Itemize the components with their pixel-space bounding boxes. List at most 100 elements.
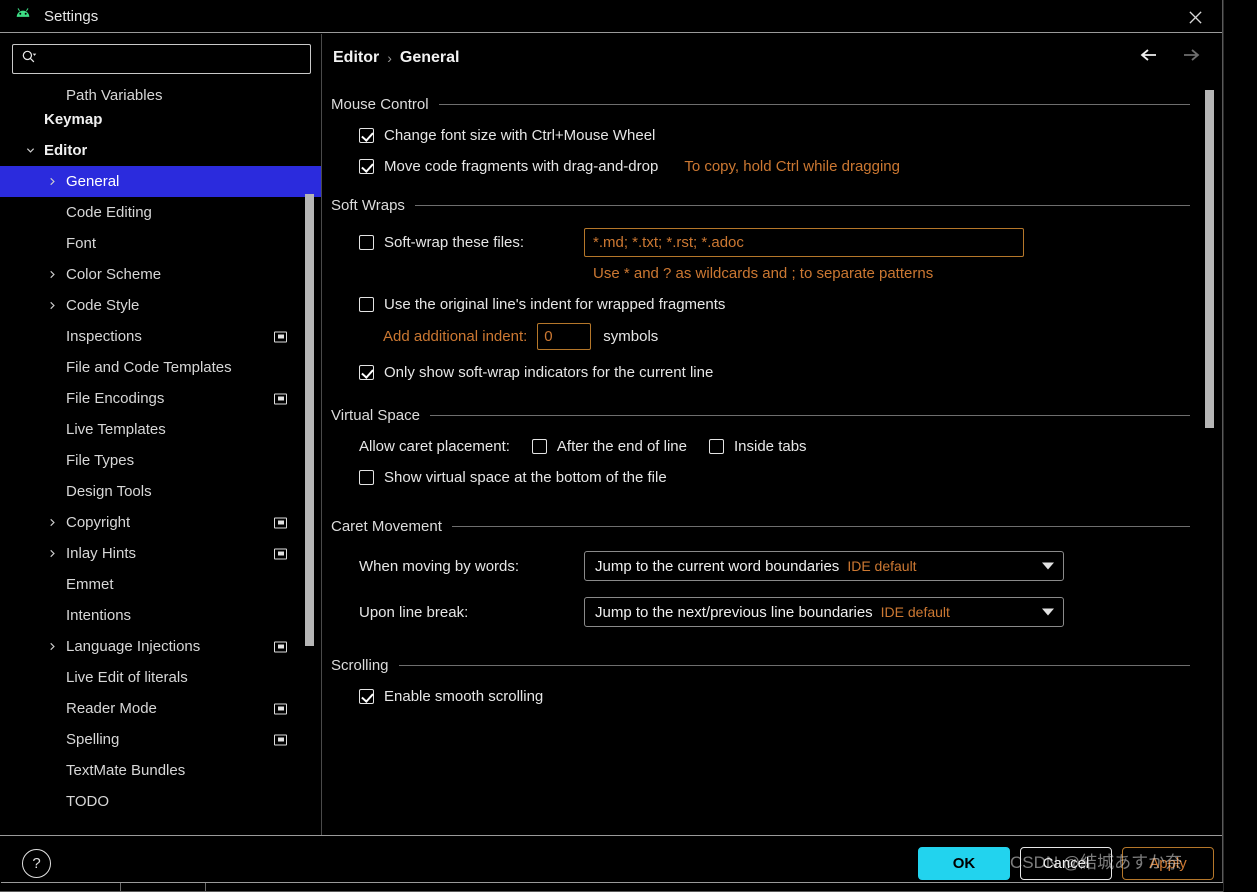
sidebar-item-design-tools[interactable]: Design Tools: [0, 476, 321, 507]
group-soft-wraps: Soft Wraps Soft-wrap these files: Use * …: [331, 197, 1190, 381]
chevron-down-icon[interactable]: [22, 143, 38, 159]
chevron-right-icon[interactable]: [44, 515, 60, 531]
apply-button[interactable]: Apply: [1122, 847, 1214, 880]
sidebar-item-todo[interactable]: TODO: [0, 786, 321, 817]
sidebar-item-inspections[interactable]: Inspections: [0, 321, 321, 352]
cancel-button[interactable]: Cancel: [1020, 847, 1112, 880]
background-panel-fragment: Size 0.7 0: [1223, 0, 1257, 892]
soft-wrap-patterns-input[interactable]: [584, 228, 1024, 257]
android-icon: [12, 7, 34, 25]
sidebar-item-label: Inspections: [66, 328, 142, 345]
sidebar-item-label: Color Scheme: [66, 266, 162, 283]
row-move-fragments: Move code fragments with drag-and-drop T…: [331, 158, 1190, 175]
group-header: Mouse Control: [331, 96, 1190, 113]
ok-button[interactable]: OK: [918, 847, 1010, 880]
sidebar-item-emmet[interactable]: Emmet: [0, 569, 321, 600]
group-rule: [429, 415, 1190, 416]
sidebar-item-general[interactable]: General: [0, 166, 321, 197]
sidebar-item-label: Intentions: [66, 607, 132, 624]
checkbox-move-fragments[interactable]: [359, 159, 374, 174]
tree-arrow-placeholder: [44, 484, 60, 500]
chevron-right-icon[interactable]: [44, 267, 60, 283]
checkbox-change-font-size[interactable]: [359, 128, 374, 143]
group-title: Mouse Control: [331, 96, 429, 113]
settings-sidebar: Path Variables Keymap Editor General Code Ed…: [0, 34, 322, 835]
content-scrollbar-thumb[interactable]: [1205, 90, 1214, 428]
group-header: Virtual Space: [331, 407, 1190, 424]
sidebar-item-font[interactable]: Font: [0, 228, 321, 259]
checkbox-soft-wrap-files[interactable]: [359, 235, 374, 250]
help-icon[interactable]: ?: [22, 849, 51, 878]
sidebar-item-live-templates[interactable]: Live Templates: [0, 414, 321, 445]
search-container: [0, 34, 321, 74]
sidebar-item-label: File and Code Templates: [66, 359, 232, 376]
sidebar-item-color-scheme[interactable]: Color Scheme: [0, 259, 321, 290]
sidebar-item-language-injections[interactable]: Language Injections: [0, 631, 321, 662]
combo-upon-line-break[interactable]: Jump to the next/previous line boundarie…: [584, 597, 1064, 627]
combo-value: Jump to the current word boundaries: [595, 557, 840, 575]
row-show-virtual-space: Show virtual space at the bottom of the …: [331, 469, 1190, 486]
chevron-right-icon[interactable]: [44, 174, 60, 190]
chevron-right-icon[interactable]: [44, 546, 60, 562]
sidebar-item-inlay-hints[interactable]: Inlay Hints: [0, 538, 321, 569]
combo-value: Jump to the next/previous line boundarie…: [595, 603, 873, 621]
checkbox-original-indent[interactable]: [359, 297, 374, 312]
row-wildcard-hint: Use * and ? as wildcards and ; to separa…: [331, 265, 1190, 282]
sidebar-item-reader-mode[interactable]: Reader Mode: [0, 693, 321, 724]
breadcrumb-root[interactable]: Editor: [333, 49, 379, 67]
combo-when-moving-by-words[interactable]: Jump to the current word boundaries IDE …: [584, 551, 1064, 581]
screen: Size 0.7 0 Settings: [0, 0, 1257, 892]
chevron-down-icon: [1042, 608, 1054, 616]
sidebar-item-label: Inlay Hints: [66, 545, 137, 562]
search-input[interactable]: [43, 51, 302, 67]
tree-arrow-placeholder: [44, 453, 60, 469]
sidebar-item-label: Path Variables: [66, 87, 163, 104]
checkbox-only-current-line[interactable]: [359, 365, 374, 380]
sidebar-item-label: Code Style: [66, 297, 140, 314]
sidebar-item-intentions[interactable]: Intentions: [0, 600, 321, 631]
sidebar-item-file-and-code-templates[interactable]: File and Code Templates: [0, 352, 321, 383]
sidebar-item-editor[interactable]: Editor: [0, 135, 321, 166]
sidebar-item-code-style[interactable]: Code Style: [0, 290, 321, 321]
sidebar-item-textmate-bundles[interactable]: TextMate Bundles: [0, 755, 321, 786]
sidebar-item-label: Live Templates: [66, 421, 166, 438]
chevron-right-icon[interactable]: [44, 298, 60, 314]
sidebar-item-live-edit-of-literals[interactable]: Live Edit of literals: [0, 662, 321, 693]
wildcard-hint: Use * and ? as wildcards and ; to separa…: [593, 265, 934, 282]
label-show-virtual-space: Show virtual space at the bottom of the …: [384, 469, 667, 486]
label-smooth-scrolling: Enable smooth scrolling: [384, 688, 544, 705]
sidebar-item-file-types[interactable]: File Types: [0, 445, 321, 476]
search-box[interactable]: [12, 44, 311, 74]
checkbox-show-virtual-space[interactable]: [359, 470, 374, 485]
sidebar-item-copyright[interactable]: Copyright: [0, 507, 321, 538]
label-upon-line-break: Upon line break:: [359, 603, 469, 621]
sidebar-item-label: TODO: [66, 793, 110, 810]
sidebar-item-label: File Types: [66, 452, 135, 469]
checkbox-after-end-of-line[interactable]: [531, 439, 547, 454]
settings-panel: Mouse Control Change font size with Ctrl…: [323, 74, 1222, 705]
sidebar-item-spelling[interactable]: Spelling: [0, 724, 321, 755]
sidebar-item-path-variables[interactable]: Path Variables: [0, 80, 321, 104]
checkbox-smooth-scrolling[interactable]: [359, 689, 374, 704]
tree-arrow-placeholder: [44, 608, 60, 624]
row-change-font-size: Change font size with Ctrl+Mouse Wheel: [331, 127, 1190, 144]
close-icon[interactable]: [1178, 4, 1212, 30]
sidebar-item-code-editing[interactable]: Code Editing: [0, 197, 321, 228]
arrow-right-icon[interactable]: [1180, 44, 1202, 66]
dialog-body: Path Variables Keymap Editor General Code Ed…: [0, 34, 1222, 835]
group-scrolling: Scrolling Enable smooth scrolling: [331, 657, 1190, 705]
title-bar: Settings: [0, 0, 1222, 33]
row-soft-wrap-files: Soft-wrap these files:: [331, 228, 1190, 257]
label-original-indent: Use the original line's indent for wrapp…: [384, 296, 726, 313]
arrow-left-icon[interactable]: [1138, 44, 1160, 66]
sidebar-item-file-encodings[interactable]: File Encodings: [0, 383, 321, 414]
group-virtual-space: Virtual Space Allow caret placement: Aft…: [331, 407, 1190, 486]
tree-arrow-placeholder: [44, 422, 60, 438]
group-rule: [414, 205, 1190, 206]
tree-arrow-placeholder: [44, 794, 60, 810]
additional-indent-input[interactable]: [537, 323, 592, 350]
chevron-right-icon[interactable]: [44, 639, 60, 655]
sidebar-scrollbar-thumb[interactable]: [305, 194, 314, 646]
sidebar-item-keymap[interactable]: Keymap: [0, 104, 321, 135]
checkbox-inside-tabs[interactable]: [709, 439, 724, 454]
